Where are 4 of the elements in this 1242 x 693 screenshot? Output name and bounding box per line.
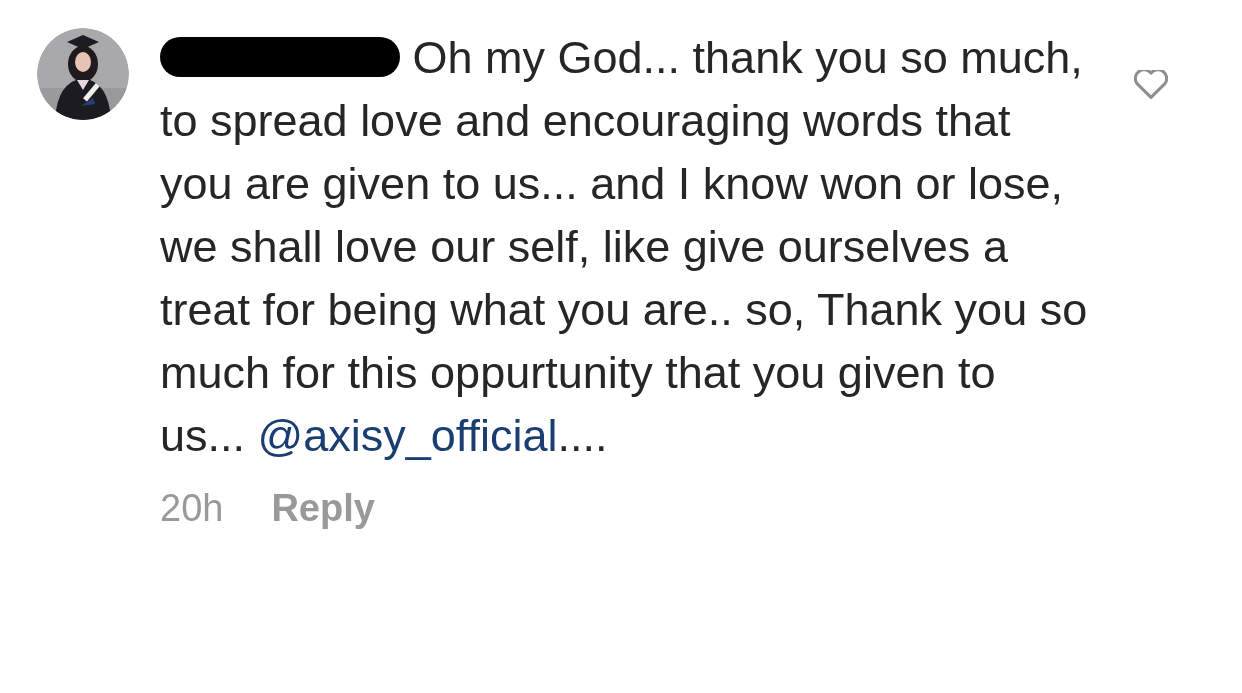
mention-link[interactable]: @axisy_official: [257, 410, 558, 461]
comment-text: Oh my God... thank you so much, to spread love and encouraging words that you are given to us... and I know won or lose, we shall love our self, like give ourselves a treat for being what you are.. so, Thank you so much for this oppurtunity that you given to us... @axisy_official....: [160, 31, 1089, 463]
comment-time: 20h: [160, 487, 224, 530]
heart-icon[interactable]: [1134, 70, 1168, 100]
